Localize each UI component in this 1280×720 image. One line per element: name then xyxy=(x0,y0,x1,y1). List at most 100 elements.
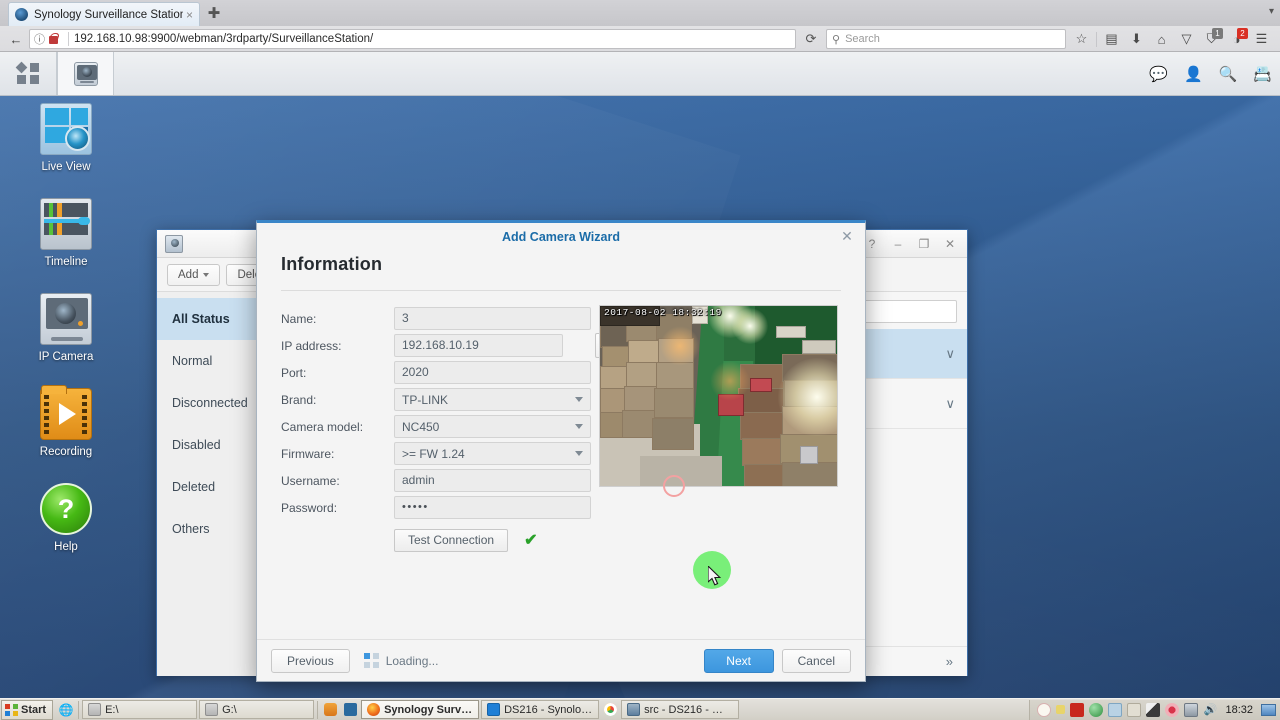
pocket-icon[interactable]: ▽ xyxy=(1174,29,1199,49)
menu-icon[interactable]: ☰ xyxy=(1249,29,1274,49)
next-button[interactable]: Next xyxy=(703,648,774,673)
bookmark-star-icon[interactable]: ☆ xyxy=(1069,29,1094,49)
camera-preview-column: 2017-08-02 18:32:19 xyxy=(591,305,841,555)
globe-icon[interactable] xyxy=(1089,702,1104,717)
search-icon[interactable]: 🔍 xyxy=(1219,65,1238,83)
start-label: Start xyxy=(21,703,47,716)
previous-click-marker xyxy=(663,475,685,497)
test-connection-button[interactable]: Test Connection xyxy=(394,528,509,552)
show-desktop-icon[interactable] xyxy=(1261,703,1276,716)
volume-icon[interactable]: 🔊 xyxy=(1203,703,1218,717)
check-icon[interactable] xyxy=(1108,702,1123,717)
user-icon[interactable]: 👤 xyxy=(1184,65,1203,83)
yellow-icon[interactable] xyxy=(1056,705,1066,714)
cursor-icon[interactable] xyxy=(1146,702,1161,717)
ip-camera-icon xyxy=(73,61,98,86)
dialog-body: Name: 3 IP address: 192.168.10.19 ⚲ xyxy=(257,291,865,555)
library-icon[interactable]: ▤ xyxy=(1099,29,1124,49)
address-bar-url: 192.168.10.98:9900/webman/3rdparty/Surve… xyxy=(74,33,374,45)
test-success-check-icon: ✔ xyxy=(524,532,538,549)
loading-indicator: Loading... xyxy=(363,653,439,668)
taskbar-drive-e[interactable]: E:\ xyxy=(82,700,198,719)
browser-tab[interactable]: Synology Surveillance Station × xyxy=(8,2,200,26)
field-row-port: Port: 2020 xyxy=(281,359,591,386)
synology-icon xyxy=(487,703,501,716)
start-button[interactable]: Start xyxy=(1,699,54,720)
search-input[interactable]: ⚲ Search xyxy=(826,29,1066,49)
apps-grid-button[interactable] xyxy=(0,52,57,95)
camera-name-input[interactable]: 3 xyxy=(394,307,591,330)
address-bar[interactable]: ⓘ 192.168.10.98:9900/webman/3rdparty/Sur… xyxy=(29,29,796,49)
add-camera-wizard-dialog: Add Camera Wizard ✕ Information Name: 3 xyxy=(256,220,866,682)
search-placeholder: Search xyxy=(845,33,880,45)
camera-ip-address-input[interactable]: 192.168.10.19 xyxy=(394,334,563,357)
acrobat-icon[interactable] xyxy=(1070,702,1085,717)
browser-toolbar-icons: ☆ ▤ ⬇ ⌂ ▽ ⛉ 1 ◑ 2 ☰ xyxy=(1069,28,1274,49)
home-icon[interactable]: ⌂ xyxy=(1149,29,1174,49)
reload-button[interactable]: ⟳ xyxy=(799,29,823,49)
drive-icon xyxy=(88,703,102,716)
camera-password-input[interactable]: ••••• xyxy=(394,496,591,519)
camera-model-value: NC450 xyxy=(402,419,440,434)
system-tray: 🔊 18:32 xyxy=(1029,699,1280,720)
browser-navbar: ← ⓘ 192.168.10.98:9900/webman/3rdparty/S… xyxy=(0,26,1280,52)
taskbar-separator xyxy=(317,700,319,719)
field-row-brand: Brand: TP-LINK xyxy=(281,386,591,413)
taskbar-task-explorer[interactable]: src - DS216 - Win... xyxy=(621,700,740,719)
header-left-tabs xyxy=(0,52,114,95)
photoshop-icon[interactable] xyxy=(340,700,360,720)
chevron-down-icon xyxy=(575,424,583,429)
field-label: Brand: xyxy=(281,392,317,407)
taskbar-item-label: src - DS216 - Win... xyxy=(644,703,734,716)
ublock-badge: 1 xyxy=(1212,28,1223,39)
chrome-icon[interactable] xyxy=(600,700,620,720)
media-player-icon[interactable] xyxy=(320,700,340,720)
flower-icon[interactable] xyxy=(1165,702,1180,717)
camera-firmware-value: >= FW 1.24 xyxy=(402,446,465,461)
taskbar-drive-g[interactable]: G:\ xyxy=(199,700,315,719)
tab-favicon-icon xyxy=(15,8,28,21)
camera-brand-select[interactable]: TP-LINK xyxy=(394,388,591,411)
previous-button[interactable]: Previous xyxy=(271,648,350,673)
field-label: Name: xyxy=(281,311,317,326)
cancel-button[interactable]: Cancel xyxy=(781,648,851,673)
circle-icon[interactable] xyxy=(1037,702,1052,717)
warehouse-scene xyxy=(600,306,837,486)
site-info-icon[interactable]: ⓘ xyxy=(34,31,45,47)
dialog-heading-area: Information xyxy=(257,251,865,285)
taskbar-task-firefox[interactable]: Synology Surveil... xyxy=(361,700,480,719)
internet-explorer-icon[interactable]: 🌐 xyxy=(56,700,76,720)
camera-model-select[interactable]: NC450 xyxy=(394,415,591,438)
disk-error-icon[interactable] xyxy=(1127,702,1142,717)
notifications-icon[interactable]: 💬 xyxy=(1149,65,1168,83)
tab-close-icon[interactable]: × xyxy=(183,8,193,22)
field-label: Camera model: xyxy=(281,419,364,434)
toolbar-divider xyxy=(1096,31,1097,47)
camera-port-input[interactable]: 2020 xyxy=(394,361,591,384)
taskbar-item-label: DS216 - Synology... xyxy=(504,703,594,716)
explorer-icon xyxy=(627,703,641,716)
back-button[interactable]: ← xyxy=(6,29,26,49)
firefox-icon xyxy=(367,703,381,716)
camera-username-input[interactable]: admin xyxy=(394,469,591,492)
loading-label: Loading... xyxy=(385,653,439,668)
taskbar-task-ds216[interactable]: DS216 - Synology... xyxy=(481,700,600,719)
camera-firmware-select[interactable]: >= FW 1.24 xyxy=(394,442,591,465)
field-label: Username: xyxy=(281,473,340,488)
chevron-down-icon xyxy=(575,451,583,456)
widgets-icon[interactable]: 📇 xyxy=(1253,65,1272,83)
dialog-footer: Previous Loading... Next Cancel xyxy=(257,639,865,681)
tray-clock[interactable]: 18:32 xyxy=(1225,704,1253,716)
tab-overflow-chevron-icon[interactable]: ▾ xyxy=(1269,6,1274,17)
downloads-icon[interactable]: ⬇ xyxy=(1124,29,1149,49)
insecure-lock-icon xyxy=(49,33,58,45)
ublock-icon[interactable]: ⛉ 1 xyxy=(1199,28,1224,49)
dialog-close-icon[interactable]: ✕ xyxy=(837,226,857,246)
windows-taskbar: Start 🌐 E:\ G:\ Synology Surveil... DS21… xyxy=(0,698,1280,720)
dialog-heading: Information xyxy=(281,254,383,274)
tab-ip-camera[interactable] xyxy=(57,52,114,95)
network-icon[interactable] xyxy=(1184,702,1199,717)
new-tab-button[interactable]: ✚ xyxy=(203,4,225,24)
surveillance-station-header: 💬 👤 🔍 📇 xyxy=(0,52,1280,96)
extension-icon[interactable]: ◑ 2 xyxy=(1224,28,1249,49)
